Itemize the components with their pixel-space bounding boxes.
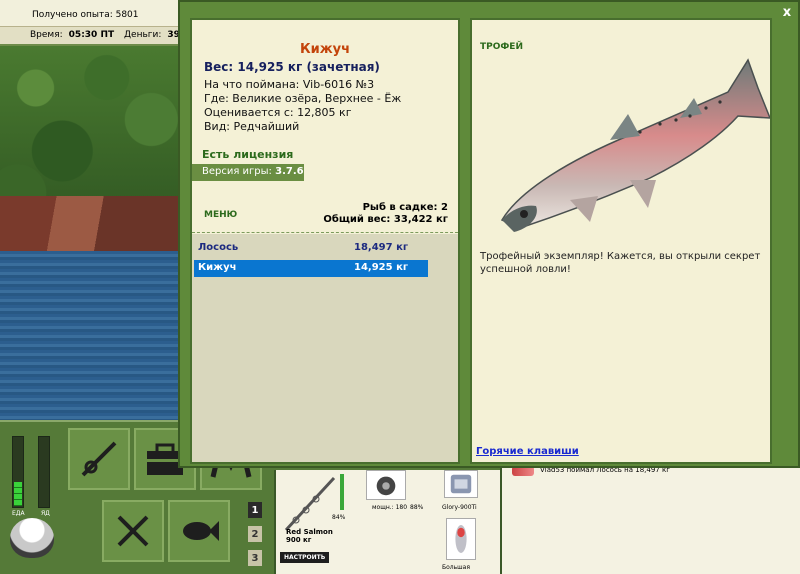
catch-row-weight: 14,925 кг <box>354 262 409 273</box>
slot-button-2[interactable]: 2 <box>248 526 262 542</box>
rod-image-icon <box>284 476 336 532</box>
keepnet-total-weight: Общий вес: 33,422 кг <box>323 214 448 225</box>
version-value: 3.7.6 <box>275 166 304 177</box>
trophy-message: Трофейный экземпляр! Кажется, вы открыли… <box>480 251 761 275</box>
tackle-panel: 84% Red Salmon 900 кг НАСТРОИТЬ мощн.: 1… <box>274 470 500 574</box>
line-slot[interactable] <box>444 470 478 498</box>
poison-meter-label: ЯД <box>41 510 50 517</box>
money-readout: Деньги: 39 <box>124 30 180 40</box>
catch-row-weight: 18,497 кг <box>354 242 409 253</box>
keepnet-count: Рыб в садке: 2 <box>362 202 448 213</box>
food-button[interactable] <box>102 500 164 562</box>
catch-row-name: Лосось <box>198 242 239 253</box>
hud-top-bar: Получено опыта: 5801 Время: 05:30 ПТ День… <box>0 0 180 46</box>
hotkeys-link[interactable]: Горячие клавиши <box>476 446 579 457</box>
fish-icon <box>183 521 219 541</box>
catch-row[interactable]: Кижуч 14,925 кг <box>194 260 428 277</box>
reel-icon <box>376 476 396 496</box>
license-status: Есть лицензия <box>202 148 294 161</box>
experience-label: Получено опыта: 5801 <box>32 10 139 20</box>
poison-meter <box>38 436 50 508</box>
reel-power: мощн.: 180 <box>372 504 408 511</box>
time-label: Время: <box>30 30 63 40</box>
fishing-scene[interactable] <box>0 46 178 420</box>
lure-size: Большая <box>442 564 470 571</box>
slot-button-3[interactable]: 3 <box>248 550 262 566</box>
fishing-rod-icon <box>81 441 117 477</box>
reel-slot[interactable] <box>366 470 406 500</box>
divider <box>192 232 458 233</box>
scene-cliff <box>0 196 178 256</box>
time-readout: Время: 05:30 ПТ <box>30 30 114 40</box>
chat-panel: Vlad53 поймал Лосось на 18,497 кг <box>500 462 800 574</box>
game-version: Версия игры: 3.7.6 <box>192 164 304 181</box>
close-button[interactable]: x <box>780 6 794 20</box>
food-bowl-icon[interactable] <box>10 518 54 558</box>
fish-weight: Вес: 14,925 кг (зачетная) <box>204 60 380 74</box>
lure-icon <box>455 525 467 553</box>
rod-tool-button[interactable] <box>68 428 130 490</box>
catch-button[interactable] <box>168 500 230 562</box>
coho-salmon-image <box>500 58 770 232</box>
knife-fork-icon <box>117 515 149 547</box>
catch-list: Лосось 18,497 кг Кижуч 14,925 кг <box>192 234 458 462</box>
info-rarity: Вид: Редчайший <box>204 120 300 133</box>
info-threshold: Оценивается с: 12,805 кг <box>204 106 352 119</box>
fish-name-title: Кижуч <box>299 42 351 57</box>
rod-durability-pct: 84% <box>332 514 346 521</box>
menu-link[interactable]: МЕНЮ <box>204 210 237 220</box>
reel-durability-pct: 88% <box>410 504 424 511</box>
info-location: Где: Великие озёра, Верхнее - Ёж <box>204 92 402 105</box>
lure-slot[interactable] <box>446 518 476 560</box>
rod-durability-bar <box>340 474 344 510</box>
status-meters: ЕДА ЯД <box>4 428 62 524</box>
line-spool-icon <box>450 474 472 494</box>
food-meter-label: ЕДА <box>12 510 25 517</box>
line-name: Glory-900Ti <box>442 504 477 511</box>
rod-max-weight: 900 кг <box>286 536 312 544</box>
hud-info-row: Время: 05:30 ПТ Деньги: 39 <box>0 26 180 44</box>
fish-info-panel: Кижуч Вес: 14,925 кг (зачетная) На что п… <box>190 18 460 464</box>
food-meter <box>12 436 24 508</box>
rod-name: Red Salmon <box>286 528 333 536</box>
money-label: Деньги: <box>124 30 162 40</box>
setup-button[interactable]: НАСТРОИТЬ <box>280 552 330 563</box>
scene-water[interactable] <box>0 251 178 420</box>
time-value: 05:30 ПТ <box>68 30 115 40</box>
info-bait: На что поймана: Vib-6016 №3 <box>204 78 375 91</box>
trophy-panel: ТРОФЕЙ Трофейный экземпляр! Кажется, вы … <box>470 18 772 464</box>
catch-row-name: Кижуч <box>198 262 237 273</box>
trophy-label: ТРОФЕЙ <box>480 42 523 52</box>
catch-row[interactable]: Лосось 18,497 кг <box>194 240 428 257</box>
catch-info-modal: x Кижуч Вес: 14,925 кг (зачетная) На что… <box>178 0 800 468</box>
food-meter-fill <box>14 481 22 506</box>
slot-button-1[interactable]: 1 <box>248 502 262 518</box>
version-label: Версия игры: <box>202 166 272 177</box>
